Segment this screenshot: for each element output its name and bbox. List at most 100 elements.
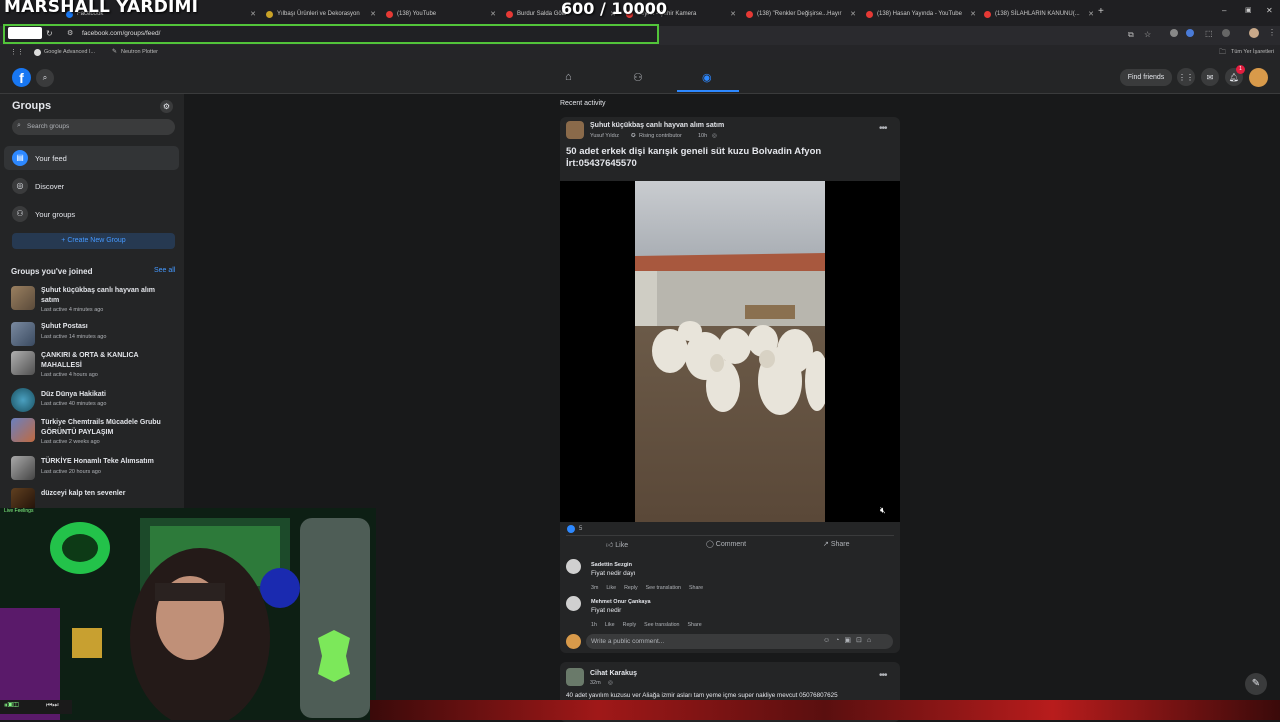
close-tab-icon[interactable]: ✕	[370, 10, 376, 18]
group-avatar[interactable]	[566, 121, 584, 139]
group-name: düzceyi kalp ten sevenler	[41, 490, 126, 497]
browser-tab[interactable]: Yılbaşı Ürünleri ve Dekorasyon ✕	[260, 4, 380, 24]
close-tab-icon[interactable]: ✕	[250, 10, 256, 18]
sidebar-title: Groups	[12, 100, 52, 112]
post-author[interactable]: Cihat Karakuş	[590, 670, 637, 677]
group-list-item[interactable]: Türkiye Chemtrails Mücadele Grubu GÖRÜNT…	[11, 418, 181, 448]
share-button[interactable]: ↗ Share	[823, 540, 850, 548]
search-icon[interactable]: ⌕	[36, 69, 54, 87]
new-message-icon[interactable]: ✎	[1245, 673, 1267, 695]
post-author[interactable]: Yusuf Yıldız	[590, 133, 619, 139]
close-tab-icon[interactable]: ✕	[1088, 10, 1094, 18]
youtube-favicon-icon	[746, 10, 753, 18]
install-icon[interactable]: ⧉	[1128, 30, 1134, 40]
extension-icon[interactable]	[1170, 29, 1178, 37]
groups-icon[interactable]: ◉	[702, 71, 712, 84]
comment-like-link[interactable]: Like	[605, 622, 615, 628]
maximize-icon[interactable]: ▣	[1245, 6, 1252, 14]
extension-icon[interactable]	[1222, 29, 1230, 37]
comment-tools-icons[interactable]: ☺◔▣⊡⌂	[823, 636, 876, 644]
apps-grid-icon[interactable]: ⋮⋮	[10, 48, 24, 56]
reactions-summary[interactable]: 5	[567, 525, 582, 533]
extensions-puzzle-icon[interactable]: ⬚	[1205, 29, 1213, 38]
tab-label: (138) SİLAHLARIN KANUNU(...	[995, 11, 1080, 17]
group-name: TÜRKİYE Honamlı Teke Alımsatım	[41, 458, 154, 465]
close-tab-icon[interactable]: ✕	[970, 10, 976, 18]
like-button[interactable]: 👍︎ Like	[606, 540, 628, 549]
star-icon[interactable]: ☆	[1144, 30, 1151, 39]
close-window-icon[interactable]: ✕	[1266, 6, 1273, 15]
gear-icon[interactable]: ⚙	[160, 100, 173, 113]
reload-icon[interactable]: ↻	[46, 29, 53, 38]
url-text[interactable]: facebook.com/groups/feed/	[82, 30, 160, 37]
tab-favicon-icon	[266, 10, 273, 18]
browser-tab[interactable]: (138) Hasan Yayında - YouTube ✕	[860, 4, 980, 24]
stream-overlay-title: MARSHALL YARDIMI	[4, 0, 199, 17]
skip-icon[interactable]: ⏮⏭	[46, 702, 59, 710]
see-translation-link[interactable]: See translation	[644, 622, 679, 628]
groups-icon: ⚇	[12, 206, 28, 222]
mute-icon[interactable]: 🔇︎	[880, 505, 886, 516]
browser-tab[interactable]: (138) SİLAHLARIN KANUNU(... ✕	[978, 4, 1098, 24]
media-control-icon[interactable]: ⏸▣◫	[4, 702, 19, 710]
close-tab-icon[interactable]: ✕	[730, 10, 736, 18]
video-frame[interactable]	[635, 181, 825, 522]
create-new-group-button[interactable]: + Create New Group	[12, 233, 175, 249]
new-tab-icon[interactable]: +	[1098, 6, 1104, 17]
comment-text: Fiyat nedir dayı	[591, 570, 636, 577]
site-settings-icon[interactable]: ⚙	[67, 29, 73, 37]
comment-reply-link[interactable]: Reply	[624, 585, 638, 591]
sidebar-item-discover[interactable]: ◎ Discover	[4, 174, 179, 198]
menu-icon[interactable]: ⋮	[1268, 28, 1276, 37]
account-avatar[interactable]	[1249, 68, 1268, 87]
close-tab-icon[interactable]: ✕	[490, 10, 496, 18]
group-list-item[interactable]: Şuhut küçükbaş canlı hayvan alım satım L…	[11, 286, 181, 316]
extension-icon[interactable]	[1186, 29, 1194, 37]
menu-grid-icon[interactable]: ⋮⋮	[1177, 68, 1195, 86]
comment-share-link[interactable]: Share	[688, 622, 702, 628]
post-options-icon[interactable]: •••	[879, 123, 887, 134]
tab-label: (138) Hasan Yayında - YouTube	[877, 11, 962, 17]
group-list-item[interactable]: ÇANKIRI & ORTA & KANLICA MAHALLESİ Last …	[11, 351, 181, 381]
see-all-link[interactable]: See all	[154, 267, 175, 274]
friends-icon[interactable]: ⚇	[633, 71, 643, 84]
comment-like-link[interactable]: Like	[606, 585, 616, 591]
post-group-name[interactable]: Şuhut küçükbaş canlı hayvan alım satım	[590, 122, 724, 129]
browser-tab[interactable]: (138) "Renkler Değişirse...Hayır ✕	[740, 4, 860, 24]
post-options-icon[interactable]: •••	[879, 670, 887, 681]
commenter-name[interactable]: Sadettin Sezgin	[591, 562, 632, 568]
sidebar-item-your-feed[interactable]: ▤ Your feed	[4, 146, 179, 170]
commenter-avatar[interactable]	[566, 559, 581, 574]
home-icon[interactable]: ⌂	[565, 71, 572, 83]
commenter-name[interactable]: Mehmet Onur Çankaya	[591, 599, 651, 605]
sidebar-item-your-groups[interactable]: ⚇ Your groups	[4, 202, 179, 226]
bookmark-link[interactable]: Google Advanced I...	[44, 49, 95, 55]
comment-time[interactable]: 3m	[591, 585, 598, 591]
comment-button[interactable]: ◯ Comment	[706, 540, 746, 548]
browser-tab[interactable]: (138) YouTube ✕	[380, 4, 500, 24]
post-time[interactable]: 32m	[590, 680, 601, 686]
all-bookmarks-link[interactable]: Tüm Yer İşaretleri	[1231, 49, 1274, 55]
see-translation-link[interactable]: See translation	[646, 585, 681, 591]
like-reaction-icon	[567, 525, 575, 533]
group-list-item[interactable]: Düz Dünya Hakikati Last active 40 minute…	[11, 388, 181, 412]
commenter-avatar[interactable]	[566, 596, 581, 611]
share-label: Share	[830, 541, 850, 548]
facebook-logo-icon[interactable]: f	[12, 68, 31, 87]
profile-avatar[interactable]	[1249, 28, 1259, 38]
find-friends-button[interactable]: Find friends	[1120, 69, 1172, 86]
minimize-icon[interactable]: –	[1222, 6, 1226, 15]
post-time[interactable]: 10h	[698, 133, 707, 139]
comment-reply-link[interactable]: Reply	[623, 622, 637, 628]
comment-share-link[interactable]: Share	[689, 585, 703, 591]
bookmark-link[interactable]: Neutron Plotter	[121, 49, 158, 55]
group-list-item[interactable]: düzceyi kalp ten sevenler	[11, 488, 181, 512]
search-groups-input[interactable]: Search groups	[12, 119, 175, 135]
comment-time[interactable]: 1h	[591, 622, 597, 628]
search-icon: ⌕	[17, 122, 21, 129]
group-list-item[interactable]: Şuhut Postası Last active 14 minutes ago	[11, 322, 181, 346]
messenger-icon[interactable]: ✉	[1201, 68, 1219, 86]
group-list-item[interactable]: TÜRKİYE Honamlı Teke Alımsatım Last acti…	[11, 456, 181, 480]
author-avatar[interactable]	[566, 668, 584, 686]
close-tab-icon[interactable]: ✕	[850, 10, 856, 18]
